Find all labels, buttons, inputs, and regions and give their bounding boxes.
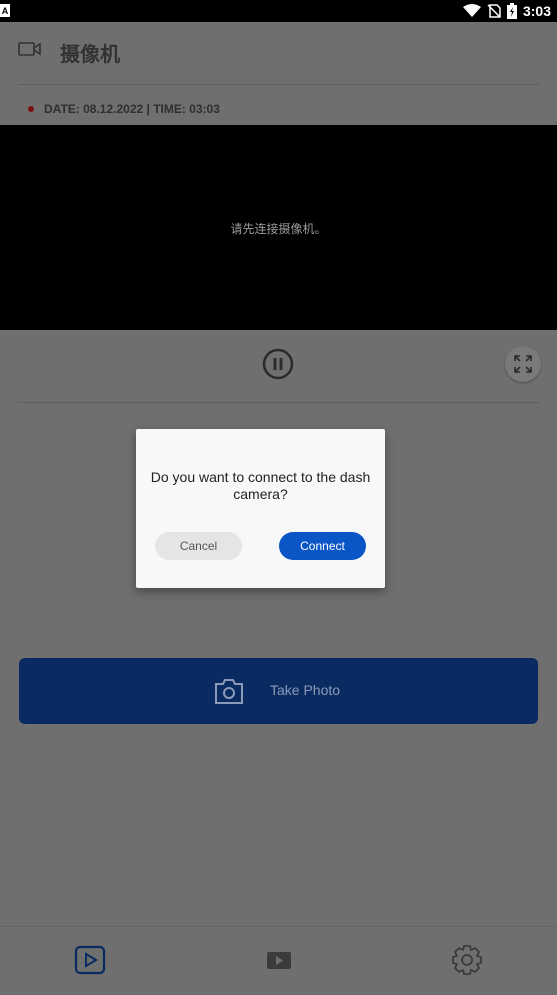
take-photo-label: Take Photo — [270, 682, 341, 698]
status-bar: A 3:03 — [0, 0, 557, 22]
bottom-navigation — [0, 926, 557, 995]
system-indicator-icon: A — [0, 4, 10, 17]
video-placeholder-message: 请先连接摄像机。 — [230, 222, 327, 236]
recording-dot-icon — [28, 106, 34, 112]
header-divider — [18, 84, 539, 85]
date-time-text: DATE: 08.12.2022 | TIME: 03:03 — [44, 102, 220, 116]
video-camera-icon — [18, 42, 41, 56]
controls-divider — [18, 402, 539, 403]
take-photo-button[interactable]: Take Photo — [19, 658, 538, 724]
no-sim-icon — [487, 4, 501, 18]
wifi-icon — [462, 4, 481, 17]
app-bar: 摄像机 — [0, 22, 557, 84]
clock-time: 3:03 — [522, 3, 551, 19]
connect-button[interactable]: Connect — [279, 532, 366, 560]
connect-dialog: Do you want to connect to the dash camer… — [136, 429, 385, 588]
dialog-message: Do you want to connect to the dash camer… — [150, 469, 371, 502]
video-preview[interactable]: 请先连接摄像机。 — [0, 125, 557, 330]
pause-icon[interactable] — [262, 348, 294, 380]
fullscreen-icon — [514, 355, 532, 373]
battery-icon — [506, 3, 517, 19]
cancel-button[interactable]: Cancel — [155, 532, 242, 560]
fullscreen-button[interactable] — [505, 346, 541, 382]
camera-icon — [215, 679, 243, 704]
page-title: 摄像机 — [60, 44, 120, 66]
recording-info: DATE: 08.12.2022 | TIME: 03:03 — [28, 99, 220, 119]
svg-text:A: A — [2, 6, 9, 16]
settings-icon[interactable] — [451, 944, 483, 976]
live-view-icon[interactable] — [74, 944, 106, 976]
playback-icon[interactable] — [263, 944, 295, 976]
